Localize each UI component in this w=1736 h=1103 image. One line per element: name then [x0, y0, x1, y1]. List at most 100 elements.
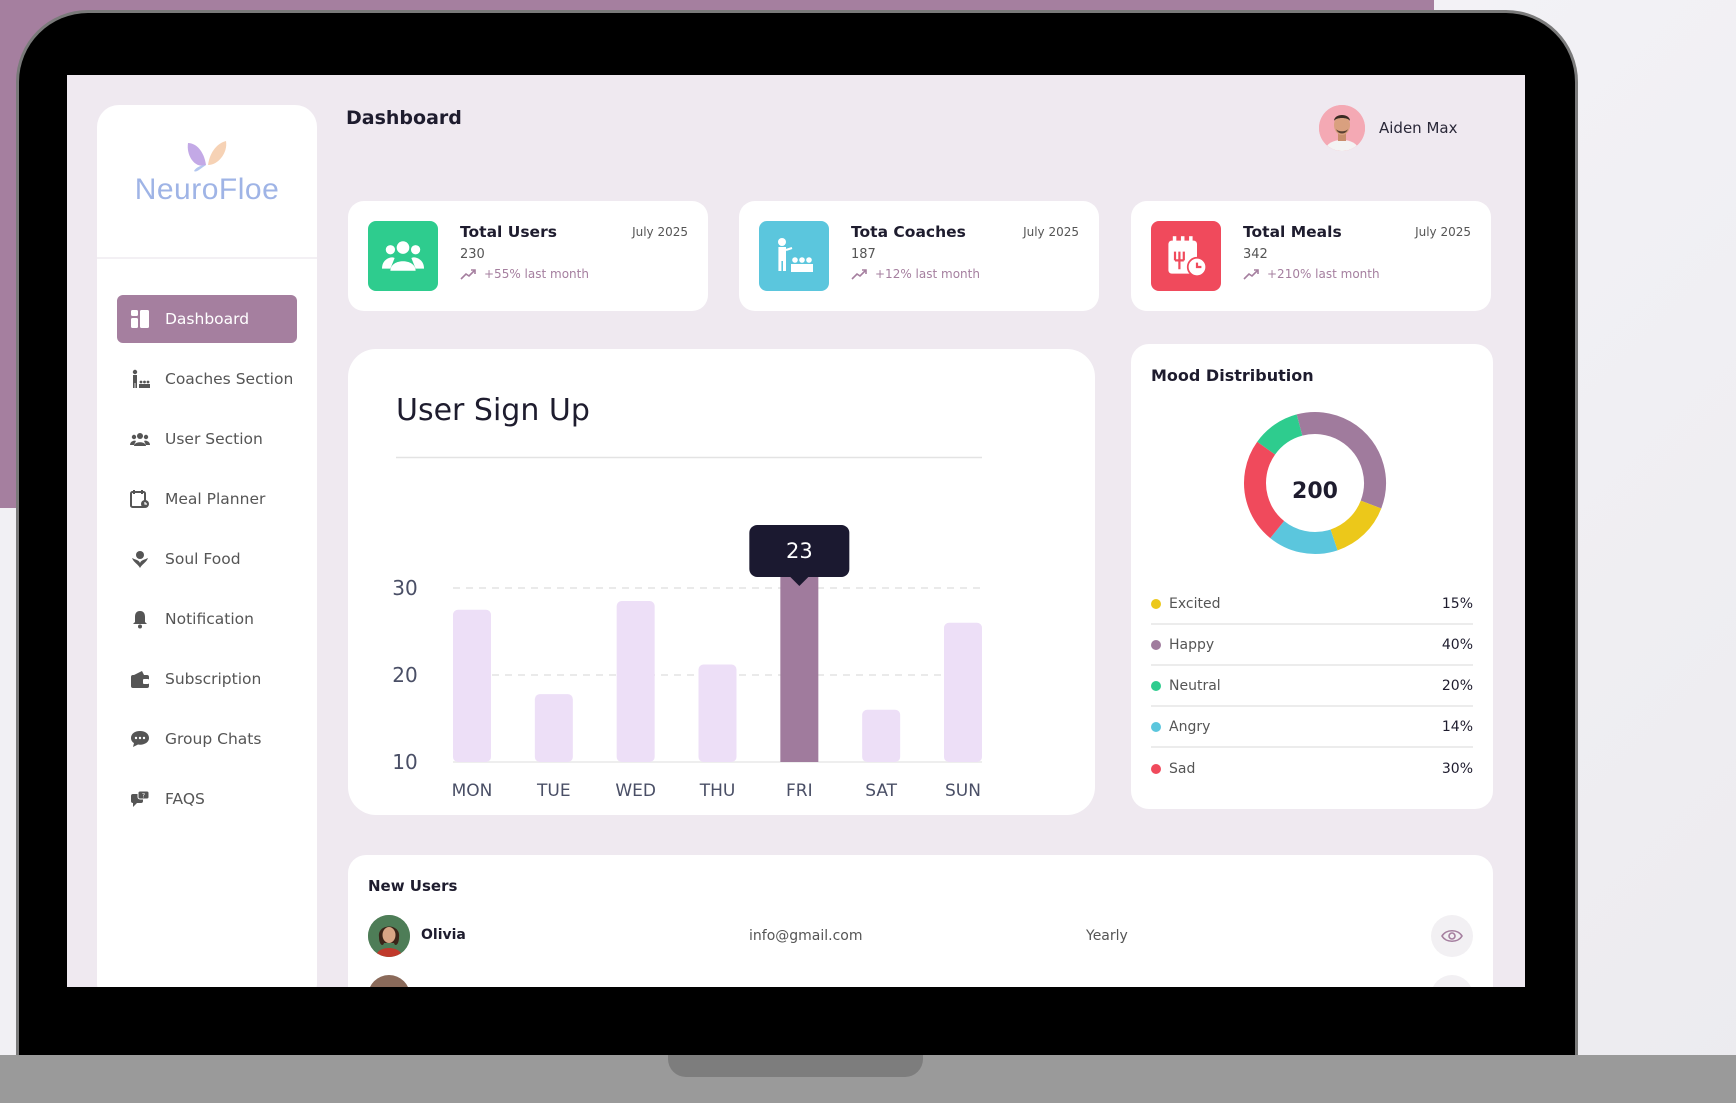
sidebar-item-label: Dashboard: [165, 310, 250, 328]
eye-icon: [1441, 929, 1463, 943]
mood-row-neutral: Neutral 20%: [1151, 666, 1473, 707]
legend-dot: [1151, 721, 1161, 732]
user-avatar-icon: [368, 915, 410, 957]
chart-bar-sun: [944, 622, 982, 762]
x-tick-label: THU: [699, 781, 736, 801]
mood-percent: 15%: [1441, 595, 1473, 612]
trend-up-icon: [460, 269, 476, 280]
mood-percent: 40%: [1441, 636, 1473, 653]
legend-dot: [1151, 680, 1161, 691]
mood-label: Happy: [1169, 636, 1215, 653]
stat-card-meals[interactable]: Total Meals July 2025 342 +210% last mon…: [1131, 201, 1491, 311]
avatar: [368, 915, 410, 957]
butterfly-logo-icon: [187, 141, 227, 172]
stat-trend: +210% last month: [1243, 267, 1380, 281]
stat-trend-text: +12% last month: [875, 267, 980, 281]
mood-legend: Excited 15% Happy 40% Neutral 20% Angry …: [1151, 584, 1473, 789]
user-signup-chart-card: User Sign Up 10 20 30 MON TUE WED THU FRI 23 SAT S…: [348, 349, 1095, 815]
sidebar-item-meal-planner[interactable]: Meal Planner: [117, 475, 297, 523]
stat-trend: +12% last month: [851, 267, 980, 281]
avatar[interactable]: [1319, 105, 1365, 151]
chat-icon: [129, 728, 151, 750]
laptop-notch: [668, 1055, 923, 1077]
legend-dot: [1151, 763, 1161, 774]
x-tick-label: WED: [615, 781, 656, 801]
x-tick-label: FRI: [786, 781, 813, 801]
coach-icon: [759, 221, 829, 291]
trend-up-icon: [851, 269, 867, 280]
stat-title: Total Meals: [1243, 223, 1342, 241]
y-tick-label: 10: [392, 750, 417, 774]
sidebar-item-coaches[interactable]: Coaches Section: [117, 355, 297, 403]
mood-label: Neutral: [1169, 677, 1221, 694]
dashboard-icon: [129, 308, 151, 330]
mood-percent: 20%: [1441, 677, 1473, 694]
user-name: Aiden Max: [1379, 119, 1458, 137]
meal-icon: [1151, 221, 1221, 291]
sidebar-divider: [97, 257, 317, 259]
chart-bar-thu: [698, 664, 737, 762]
stat-value: 342: [1243, 247, 1268, 262]
view-button[interactable]: [1431, 915, 1473, 957]
mood-row-happy: Happy 40%: [1151, 625, 1473, 666]
sidebar-item-soul-food[interactable]: Soul Food: [117, 535, 297, 583]
x-tick-label: SUN: [945, 781, 981, 801]
sidebar-item-label: Notification: [165, 610, 254, 628]
sidebar-item-dashboard[interactable]: Dashboard: [117, 295, 297, 343]
faq-icon: ?: [129, 788, 151, 810]
mood-percent: 30%: [1441, 760, 1473, 777]
coach-icon: [129, 368, 151, 390]
sidebar-item-users[interactable]: User Section: [117, 415, 297, 463]
user-profile[interactable]: Aiden Max: [1319, 105, 1457, 151]
wallet-icon: [129, 668, 151, 690]
mood-row-sad: Sad 30%: [1151, 748, 1473, 789]
sidebar-item-label: User Section: [165, 430, 263, 448]
y-tick-label: 30: [392, 576, 417, 600]
table-row[interactable]: Olivia info@gmail.com Yearly: [368, 915, 1473, 957]
chart-tooltip-value: 23: [786, 539, 813, 563]
stat-trend-text: +55% last month: [484, 267, 589, 281]
stat-card-coaches[interactable]: Tota Coaches July 2025 187 +12% last mon…: [739, 201, 1099, 311]
mood-row-excited: Excited 15%: [1151, 584, 1473, 625]
page-title: Dashboard: [346, 107, 462, 129]
mood-title: Mood Distribution: [1151, 366, 1314, 385]
user-signup-chart: 10 20 30 MON TUE WED THU FRI 23 SAT SUN: [392, 456, 982, 801]
stat-title: Total Users: [460, 223, 557, 241]
stat-trend-text: +210% last month: [1267, 267, 1380, 281]
x-tick-label: SAT: [865, 781, 897, 801]
sidebar-item-faqs[interactable]: ? FAQS: [117, 775, 297, 823]
legend-dot: [1151, 598, 1161, 609]
bell-icon: [129, 608, 151, 630]
stat-card-users[interactable]: Total Users July 2025 230 +55% last mont…: [348, 201, 708, 311]
stat-title: Tota Coaches: [851, 223, 966, 241]
svg-text:?: ?: [142, 793, 145, 800]
chart-bar-tue: [534, 694, 573, 762]
brand-name: NeuroFloe: [134, 173, 280, 206]
users-icon: [368, 221, 438, 291]
meal-icon: [129, 488, 151, 510]
legend-dot: [1151, 639, 1161, 650]
sidebar: NeuroFloe Dashboard Coaches Section User…: [97, 105, 317, 987]
sidebar-item-notification[interactable]: Notification: [117, 595, 297, 643]
sidebar-item-label: Meal Planner: [165, 490, 266, 508]
sidebar-item-label: Coaches Section: [165, 370, 294, 388]
x-tick-label: MON: [452, 781, 493, 801]
sidebar-item-label: FAQS: [165, 790, 205, 808]
mood-row-angry: Angry 14%: [1151, 707, 1473, 748]
sidebar-item-group-chats[interactable]: Group Chats: [117, 715, 297, 763]
app-screen: NeuroFloe Dashboard Coaches Section User…: [67, 75, 1525, 987]
stat-trend: +55% last month: [460, 267, 589, 281]
stat-date: July 2025: [1415, 225, 1471, 239]
brand-logo[interactable]: NeuroFloe: [97, 135, 317, 215]
view-button[interactable]: [1431, 975, 1473, 987]
sidebar-item-subscription[interactable]: Subscription: [117, 655, 297, 703]
new-users-title: New Users: [368, 877, 458, 895]
mood-label: Sad: [1169, 760, 1196, 777]
chart-bar-mon: [453, 609, 491, 762]
trend-up-icon: [1243, 269, 1259, 280]
sidebar-item-label: Soul Food: [165, 550, 241, 568]
mood-label: Excited: [1169, 595, 1221, 612]
mood-label: Angry: [1169, 718, 1211, 735]
avatar: [368, 975, 410, 987]
sidebar-nav: Dashboard Coaches Section User Section M…: [117, 295, 297, 835]
